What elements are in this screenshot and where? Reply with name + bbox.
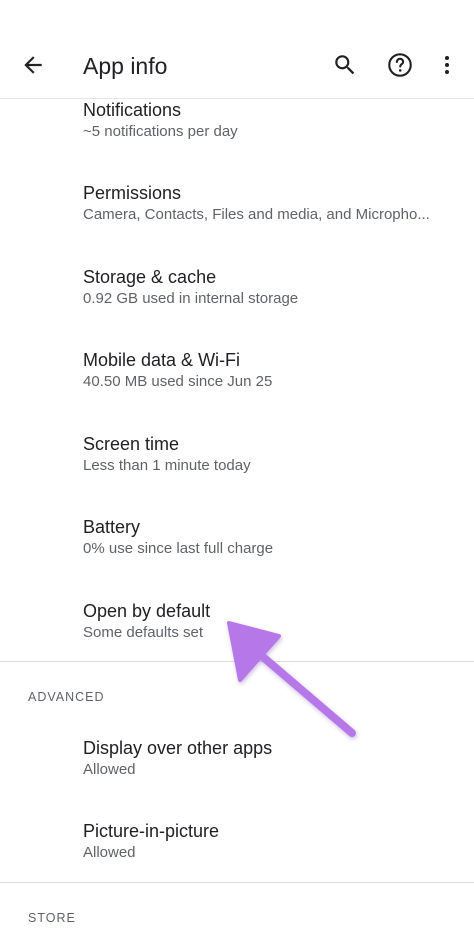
item-title: Battery <box>83 517 141 537</box>
item-title: Mobile data & Wi-Fi <box>83 350 241 370</box>
list-item-storage[interactable]: Storage & cache 0.92 GB used in internal… <box>0 265 474 348</box>
search-icon[interactable] <box>326 46 364 84</box>
item-subtitle: Camera, Contacts, Files and media, and M… <box>83 206 430 223</box>
item-title: Screen time <box>83 434 180 454</box>
section-divider <box>0 661 474 662</box>
item-subtitle: Allowed <box>83 761 136 778</box>
item-subtitle: Allowed <box>83 844 136 861</box>
item-title: Notifications <box>83 100 182 120</box>
back-arrow-icon[interactable] <box>14 46 52 84</box>
item-subtitle: 0% use since last full charge <box>83 540 274 557</box>
help-icon[interactable] <box>381 46 419 84</box>
app-bar: App info <box>0 0 474 99</box>
list-item-battery[interactable]: Battery 0% use since last full charge <box>0 515 474 598</box>
item-subtitle: Some defaults set <box>83 624 204 641</box>
item-subtitle: 0.92 GB used in internal storage <box>83 290 299 307</box>
item-subtitle: 40.50 MB used since Jun 25 <box>83 373 273 390</box>
item-title: Open by default <box>83 601 211 621</box>
list-item-screen-time[interactable]: Screen time Less than 1 minute today <box>0 432 474 515</box>
list-item-notifications[interactable]: Notifications ~5 notifications per day <box>0 98 474 181</box>
item-subtitle: Less than 1 minute today <box>83 457 251 474</box>
item-title: Storage & cache <box>83 267 217 287</box>
list-item-open-by-default[interactable]: Open by default Some defaults set <box>0 599 474 682</box>
item-title: Display over other apps <box>83 738 273 758</box>
list-item-picture-in-picture[interactable]: Picture-in-picture Allowed <box>0 819 474 902</box>
list-item-permissions[interactable]: Permissions Camera, Contacts, Files and … <box>0 181 474 264</box>
page-title: App info <box>83 53 168 79</box>
list-item-mobile-data[interactable]: Mobile data & Wi-Fi 40.50 MB used since … <box>0 348 474 431</box>
section-header-advanced: ADVANCED <box>28 690 105 704</box>
item-title: Picture-in-picture <box>83 821 220 841</box>
item-subtitle: ~5 notifications per day <box>83 123 238 140</box>
item-title: Permissions <box>83 183 182 203</box>
list-item-display-over-apps[interactable]: Display over other apps Allowed <box>0 736 474 819</box>
section-divider <box>0 882 474 883</box>
more-vert-icon[interactable] <box>430 46 464 84</box>
section-header-store: STORE <box>28 911 76 925</box>
